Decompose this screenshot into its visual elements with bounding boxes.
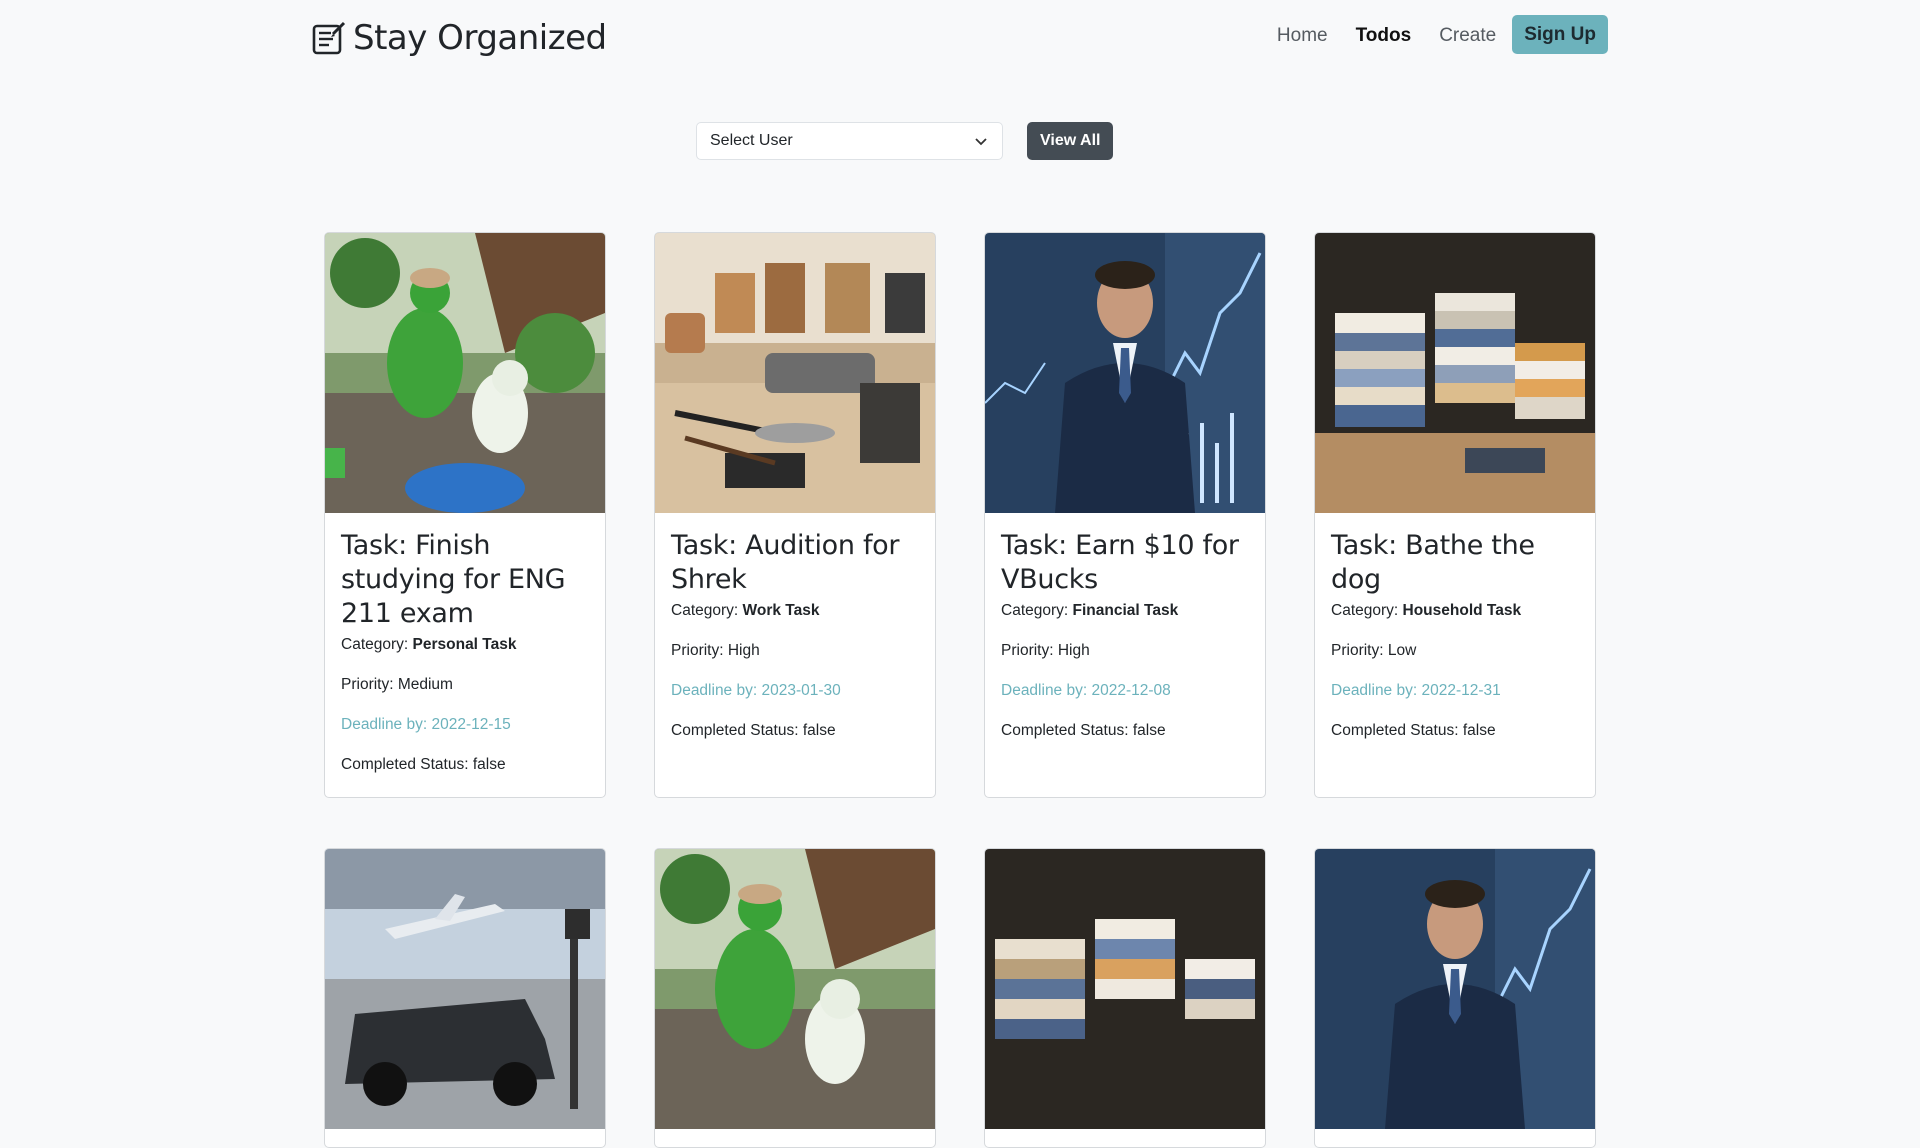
card-status: Completed Status: false bbox=[671, 722, 836, 739]
brand-name: Stay Organized bbox=[353, 18, 607, 58]
checklist-icon bbox=[312, 21, 346, 55]
card-title: Task: Earn $10 for VBucks bbox=[1001, 530, 1239, 595]
card-deadline: Deadline by: 2022-12-08 bbox=[1001, 682, 1171, 699]
card-image bbox=[985, 233, 1265, 513]
card-priority: Priority: Low bbox=[1331, 642, 1417, 659]
card-image bbox=[325, 849, 605, 1129]
card-title: Task: Bathe the dog bbox=[1331, 530, 1535, 595]
todo-card: Task: Audition for Shrek Category: Work … bbox=[654, 232, 936, 798]
card-image bbox=[655, 849, 935, 1129]
card-category: Category: Household Task bbox=[1331, 601, 1579, 621]
card-image bbox=[985, 849, 1265, 1129]
card-status: Completed Status: false bbox=[1001, 722, 1166, 739]
view-all-button[interactable]: View All bbox=[1027, 122, 1114, 160]
todo-card: Task: Bathe the dog Category: Household … bbox=[1314, 232, 1596, 798]
card-status: Completed Status: false bbox=[341, 756, 506, 773]
card-deadline: Deadline by: 2022-12-31 bbox=[1331, 682, 1501, 699]
select-user-dropdown[interactable]: Select User bbox=[696, 122, 1003, 160]
nav-home[interactable]: Home bbox=[1263, 16, 1342, 56]
todo-card: Task: Earn $10 for VBucks Category: Fina… bbox=[984, 232, 1266, 798]
card-image bbox=[325, 233, 605, 513]
card-category: Category: Financial Task bbox=[1001, 601, 1249, 621]
navbar: Stay Organized Home Todos Create Sign Up bbox=[0, 0, 1920, 76]
card-title: Task: Finish studying for ENG 211 exam bbox=[341, 530, 566, 629]
card-category: Category: Personal Task bbox=[341, 635, 589, 655]
card-category: Category: Work Task bbox=[671, 601, 919, 621]
category-label: Category: bbox=[671, 602, 743, 619]
nav-todos[interactable]: Todos bbox=[1342, 16, 1426, 56]
todo-card bbox=[984, 848, 1266, 1148]
card-priority: Priority: Medium bbox=[341, 676, 453, 693]
card-image bbox=[655, 233, 935, 513]
category-value: Household Task bbox=[1402, 602, 1522, 619]
card-image bbox=[1315, 849, 1595, 1129]
select-user-value: Select User bbox=[710, 132, 793, 149]
card-deadline: Deadline by: 2023-01-30 bbox=[671, 682, 841, 699]
category-value: Work Task bbox=[742, 602, 820, 619]
filter-row: Select User View All bbox=[696, 122, 1114, 160]
card-deadline: Deadline by: 2022-12-15 bbox=[341, 716, 511, 733]
todo-card: Task: Finish studying for ENG 211 exam C… bbox=[324, 232, 606, 798]
card-image bbox=[1315, 233, 1595, 513]
nav-links: Home Todos Create Sign Up bbox=[1263, 14, 1608, 56]
signup-button[interactable]: Sign Up bbox=[1512, 14, 1608, 54]
category-value: Financial Task bbox=[1072, 602, 1179, 619]
todo-card bbox=[324, 848, 606, 1148]
card-priority: Priority: High bbox=[1001, 642, 1090, 659]
category-label: Category: bbox=[341, 636, 413, 653]
todo-card bbox=[654, 848, 936, 1148]
todo-card bbox=[1314, 848, 1596, 1148]
card-title: Task: Audition for Shrek bbox=[671, 530, 900, 595]
category-label: Category: bbox=[1331, 602, 1403, 619]
card-status: Completed Status: false bbox=[1331, 722, 1496, 739]
category-label: Category: bbox=[1001, 602, 1073, 619]
card-priority: Priority: High bbox=[671, 642, 760, 659]
chevron-down-icon bbox=[975, 138, 987, 146]
brand[interactable]: Stay Organized bbox=[311, 16, 607, 60]
todo-grid: Task: Finish studying for ENG 211 exam C… bbox=[324, 232, 1596, 1148]
nav-create[interactable]: Create bbox=[1425, 16, 1510, 56]
category-value: Personal Task bbox=[412, 636, 517, 653]
